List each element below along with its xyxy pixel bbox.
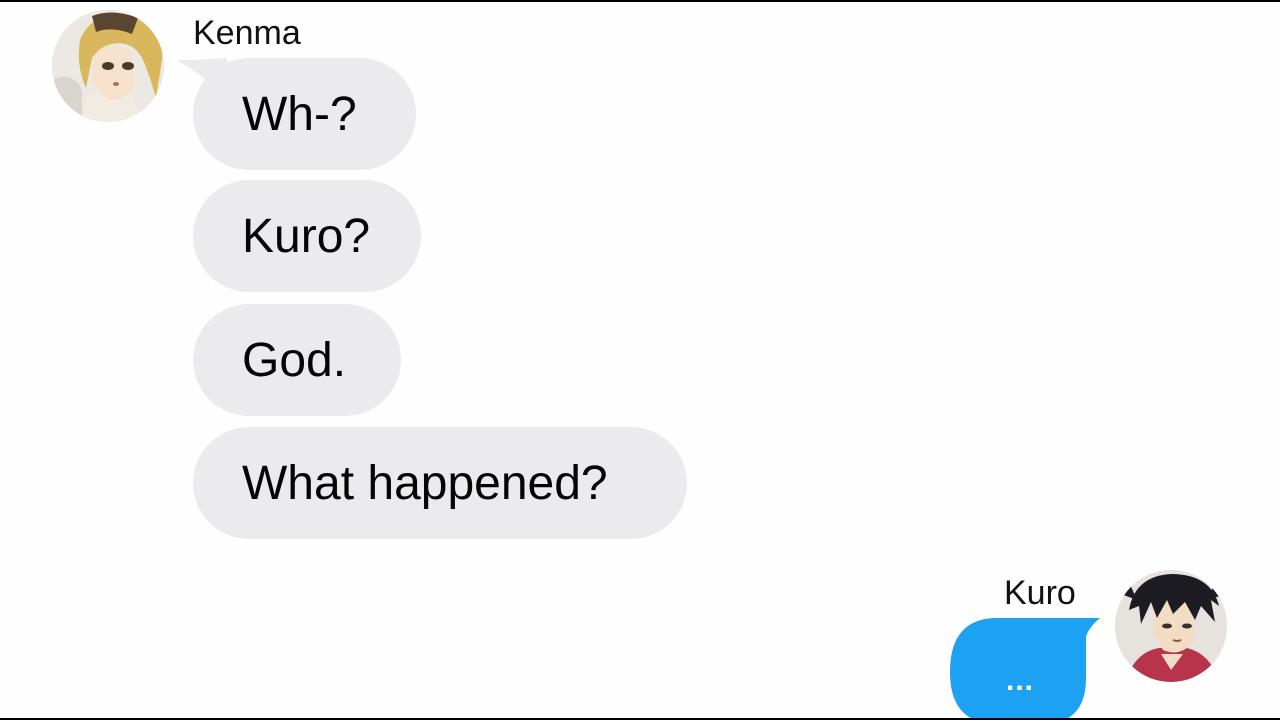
chat-screen: Kenma Wh-? Kuro? God. What happened? Kur… (0, 2, 1280, 718)
kenma-avatar[interactable] (52, 10, 164, 122)
message-text: Wh-? (242, 87, 357, 141)
kenma-avatar-icon (52, 10, 164, 122)
message-bubble-incoming[interactable]: God. (193, 304, 401, 416)
sender-name-kenma: Kenma (193, 14, 301, 52)
kuro-avatar[interactable] (1115, 570, 1227, 682)
message-text: God. (242, 333, 347, 387)
message-bubble-incoming[interactable]: Kuro? (193, 180, 421, 292)
kuro-avatar-icon (1115, 570, 1227, 682)
message-text: What happened? (242, 456, 608, 510)
typing-indicator: ... (1005, 664, 1034, 697)
sender-name-kuro: Kuro (1004, 574, 1076, 612)
message-text: Kuro? (242, 209, 371, 263)
message-bubble-incoming[interactable]: Wh-? (193, 58, 416, 170)
message-bubble-incoming[interactable]: What happened? (193, 427, 687, 539)
